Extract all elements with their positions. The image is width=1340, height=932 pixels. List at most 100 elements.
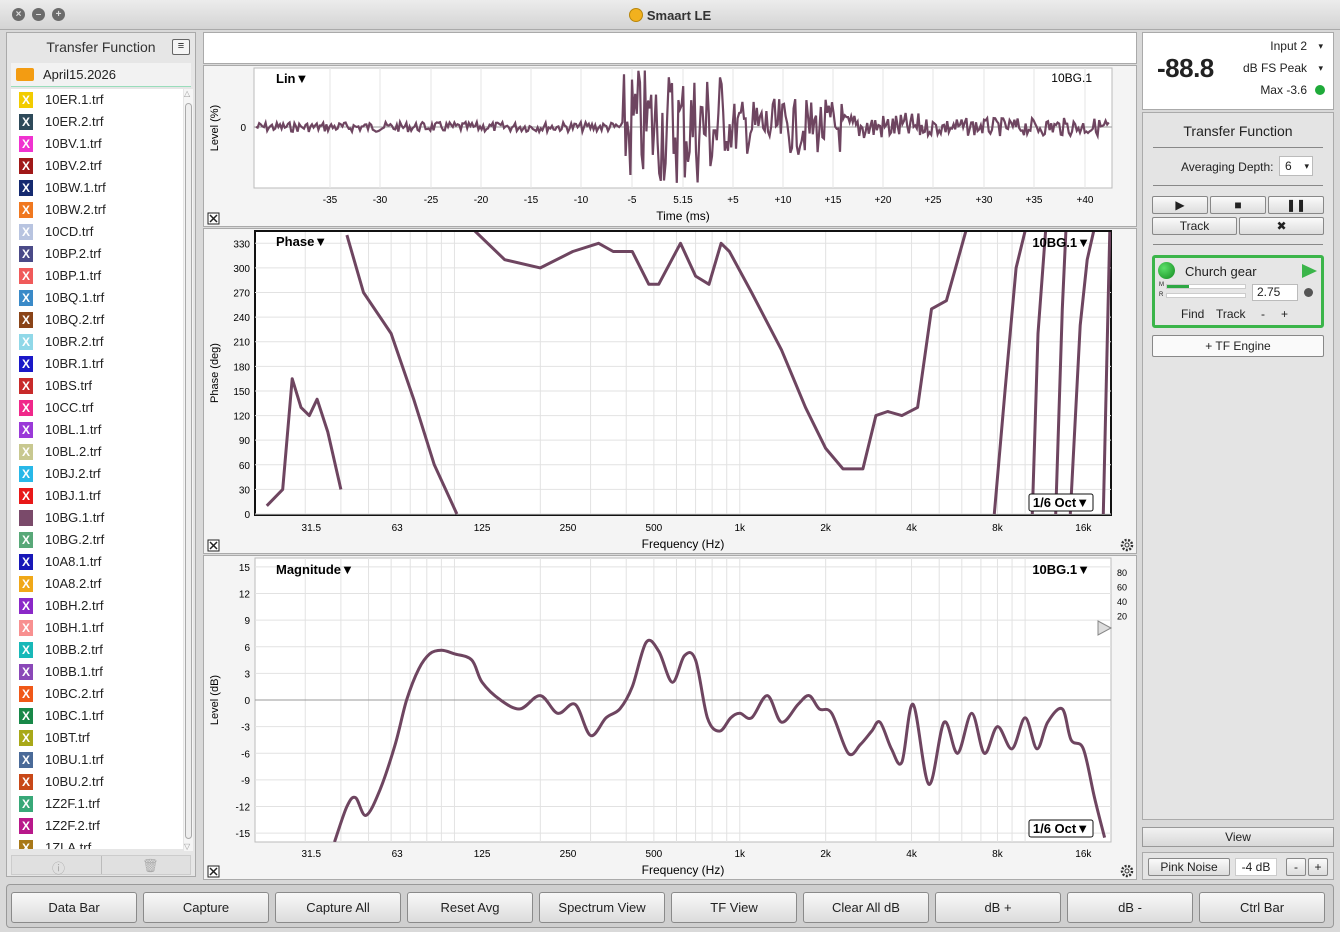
file-item[interactable]: X 10BG.2.trf bbox=[11, 529, 183, 551]
file-item[interactable]: X 10BH.2.trf bbox=[11, 595, 183, 617]
trace-file-icon[interactable]: X bbox=[19, 114, 33, 130]
file-item[interactable]: X 10BL.1.trf bbox=[11, 419, 183, 441]
trace-file-icon[interactable]: X bbox=[19, 488, 33, 504]
tools-button[interactable]: ✖ bbox=[1239, 217, 1324, 235]
file-item[interactable]: X 10BC.1.trf bbox=[11, 705, 183, 727]
magnitude-plot[interactable]: 15129630-3-6-9-12-15 31.5 63 125 250 500 1k 2k… bbox=[204, 556, 1138, 881]
trace-file-icon[interactable]: X bbox=[19, 312, 33, 328]
impulse-scale-dropdown[interactable]: Lin▼ bbox=[276, 71, 308, 86]
file-item[interactable]: X 10BW.2.trf bbox=[11, 199, 183, 221]
trace-file-icon[interactable]: X bbox=[19, 268, 33, 284]
file-item[interactable]: X 10CD.trf bbox=[11, 221, 183, 243]
magnitude-smoothing-dropdown[interactable]: 1/6 Oct▼ bbox=[1033, 821, 1089, 836]
clear-all-db-button[interactable]: Clear All dB bbox=[803, 892, 929, 923]
trace-file-icon[interactable]: X bbox=[19, 92, 33, 108]
scrollbar-thumb[interactable] bbox=[185, 103, 192, 839]
add-tf-engine-button[interactable]: + TF Engine bbox=[1152, 335, 1324, 357]
delay-field[interactable]: 2.75 bbox=[1252, 284, 1298, 301]
file-item[interactable]: X 10BC.2.trf bbox=[11, 683, 183, 705]
data-bar-menu-icon[interactable]: ≡ bbox=[172, 39, 190, 55]
record-icon[interactable] bbox=[1304, 288, 1313, 297]
pause-button[interactable]: ❚❚ bbox=[1268, 196, 1324, 214]
phase-trace-dropdown[interactable]: 10BG.1▼ bbox=[1032, 235, 1090, 250]
file-item[interactable]: X 10BW.1.trf bbox=[11, 177, 183, 199]
trace-file-icon[interactable]: X bbox=[19, 774, 33, 790]
file-item[interactable]: X 10BV.1.trf bbox=[11, 133, 183, 155]
magnitude-trace-dropdown[interactable]: 10BG.1▼ bbox=[1032, 562, 1090, 577]
file-item[interactable]: X 10BL.2.trf bbox=[11, 441, 183, 463]
impulse-close-icon[interactable] bbox=[207, 212, 220, 225]
trace-file-icon[interactable] bbox=[19, 510, 33, 526]
magnitude-title-dropdown[interactable]: Magnitude▼ bbox=[276, 562, 354, 577]
file-item[interactable]: X 10CC.trf bbox=[11, 397, 183, 419]
file-item[interactable]: X 10ER.1.trf bbox=[11, 89, 183, 111]
trace-file-icon[interactable]: X bbox=[19, 664, 33, 680]
file-item[interactable]: X 10BV.2.trf bbox=[11, 155, 183, 177]
file-item[interactable]: X 10BP.2.trf bbox=[11, 243, 183, 265]
trace-file-icon[interactable]: X bbox=[19, 576, 33, 592]
trace-file-icon[interactable]: X bbox=[19, 202, 33, 218]
file-item[interactable]: X 10BP.1.trf bbox=[11, 265, 183, 287]
reset-avg-button[interactable]: Reset Avg bbox=[407, 892, 533, 923]
trace-file-icon[interactable]: X bbox=[19, 532, 33, 548]
file-item[interactable]: X 10BS.trf bbox=[11, 375, 183, 397]
trace-file-icon[interactable]: X bbox=[19, 224, 33, 240]
trace-file-icon[interactable]: X bbox=[19, 598, 33, 614]
trace-file-icon[interactable]: X bbox=[19, 246, 33, 262]
delay-track-button[interactable]: Track bbox=[1216, 307, 1246, 321]
file-item[interactable]: X 10A8.2.trf bbox=[11, 573, 183, 595]
capture-button[interactable]: Capture bbox=[143, 892, 269, 923]
play-button[interactable]: ▶ bbox=[1152, 196, 1208, 214]
file-item[interactable]: X 10BQ.2.trf bbox=[11, 309, 183, 331]
trace-file-icon[interactable]: X bbox=[19, 356, 33, 372]
pink-noise-button[interactable]: Pink Noise bbox=[1148, 858, 1230, 876]
file-item[interactable]: X 10ER.2.trf bbox=[11, 111, 183, 133]
phase-smoothing-dropdown[interactable]: 1/6 Oct▼ bbox=[1033, 495, 1089, 510]
stop-button[interactable]: ■ bbox=[1210, 196, 1266, 214]
trace-file-icon[interactable]: X bbox=[19, 378, 33, 394]
file-list-scrollbar[interactable]: △ ▽ bbox=[184, 89, 193, 851]
file-item[interactable]: X 10BJ.1.trf bbox=[11, 485, 183, 507]
magnitude-settings-gear-icon[interactable] bbox=[1120, 864, 1134, 878]
file-item[interactable]: 10BG.1.trf bbox=[11, 507, 183, 529]
file-item[interactable]: X 1Z2F.2.trf bbox=[11, 815, 183, 837]
capture-all-button[interactable]: Capture All bbox=[275, 892, 401, 923]
meter-input-dropdown[interactable]: Input 2 bbox=[1270, 39, 1307, 53]
engine-play-icon[interactable] bbox=[1302, 264, 1317, 278]
trace-file-icon[interactable]: X bbox=[19, 422, 33, 438]
file-item[interactable]: X 10BB.2.trf bbox=[11, 639, 183, 661]
trace-file-icon[interactable]: X bbox=[19, 400, 33, 416]
find-button[interactable]: Find bbox=[1181, 307, 1204, 321]
trace-file-icon[interactable]: X bbox=[19, 444, 33, 460]
file-item[interactable]: X 10A8.1.trf bbox=[11, 551, 183, 573]
db-button[interactable]: dB - bbox=[1067, 892, 1193, 923]
mode-chevron-down-icon[interactable]: ▾ bbox=[1318, 63, 1323, 74]
file-item[interactable]: X 1Z2F.1.trf bbox=[11, 793, 183, 815]
trace-file-icon[interactable]: X bbox=[19, 642, 33, 658]
phase-plot[interactable]: 3303002702402101801501209060300 31.5 63 12… bbox=[204, 229, 1138, 555]
magnitude-close-icon[interactable] bbox=[207, 865, 220, 878]
data-bar-button[interactable]: Data Bar bbox=[11, 892, 137, 923]
impulse-plot[interactable]: 0 -35 -30 -25 -20 -15 -10 -5 5.15 +5 +10 +15 +20 +25… bbox=[204, 66, 1138, 228]
trace-file-icon[interactable]: X bbox=[19, 840, 33, 849]
meter-mode-dropdown[interactable]: dB FS Peak bbox=[1243, 61, 1307, 75]
trace-file-icon[interactable]: X bbox=[19, 796, 33, 812]
file-item[interactable]: X 10BU.1.trf bbox=[11, 749, 183, 771]
trace-file-icon[interactable]: X bbox=[19, 554, 33, 570]
trace-file-icon[interactable]: X bbox=[19, 686, 33, 702]
phase-close-icon[interactable] bbox=[207, 539, 220, 552]
tf-engine-card[interactable]: Church gear M R 2.75 Find Track - + bbox=[1152, 255, 1324, 328]
scroll-up-icon[interactable]: △ bbox=[184, 89, 190, 98]
delay-plus-button[interactable]: + bbox=[1281, 307, 1288, 321]
file-item[interactable]: X 10BR.2.trf bbox=[11, 331, 183, 353]
engine-on-icon[interactable] bbox=[1158, 262, 1175, 279]
view-button[interactable]: View bbox=[1142, 827, 1334, 847]
session-folder[interactable]: April15.2026 bbox=[11, 63, 191, 87]
file-item[interactable]: X 10BQ.1.trf bbox=[11, 287, 183, 309]
file-item[interactable]: X 10BJ.2.trf bbox=[11, 463, 183, 485]
trace-file-icon[interactable]: X bbox=[19, 158, 33, 174]
ctrl-bar-button[interactable]: Ctrl Bar bbox=[1199, 892, 1325, 923]
file-item[interactable]: X 10BU.2.trf bbox=[11, 771, 183, 793]
file-item[interactable]: X 10BT.trf bbox=[11, 727, 183, 749]
generator-minus-button[interactable]: - bbox=[1286, 858, 1306, 876]
